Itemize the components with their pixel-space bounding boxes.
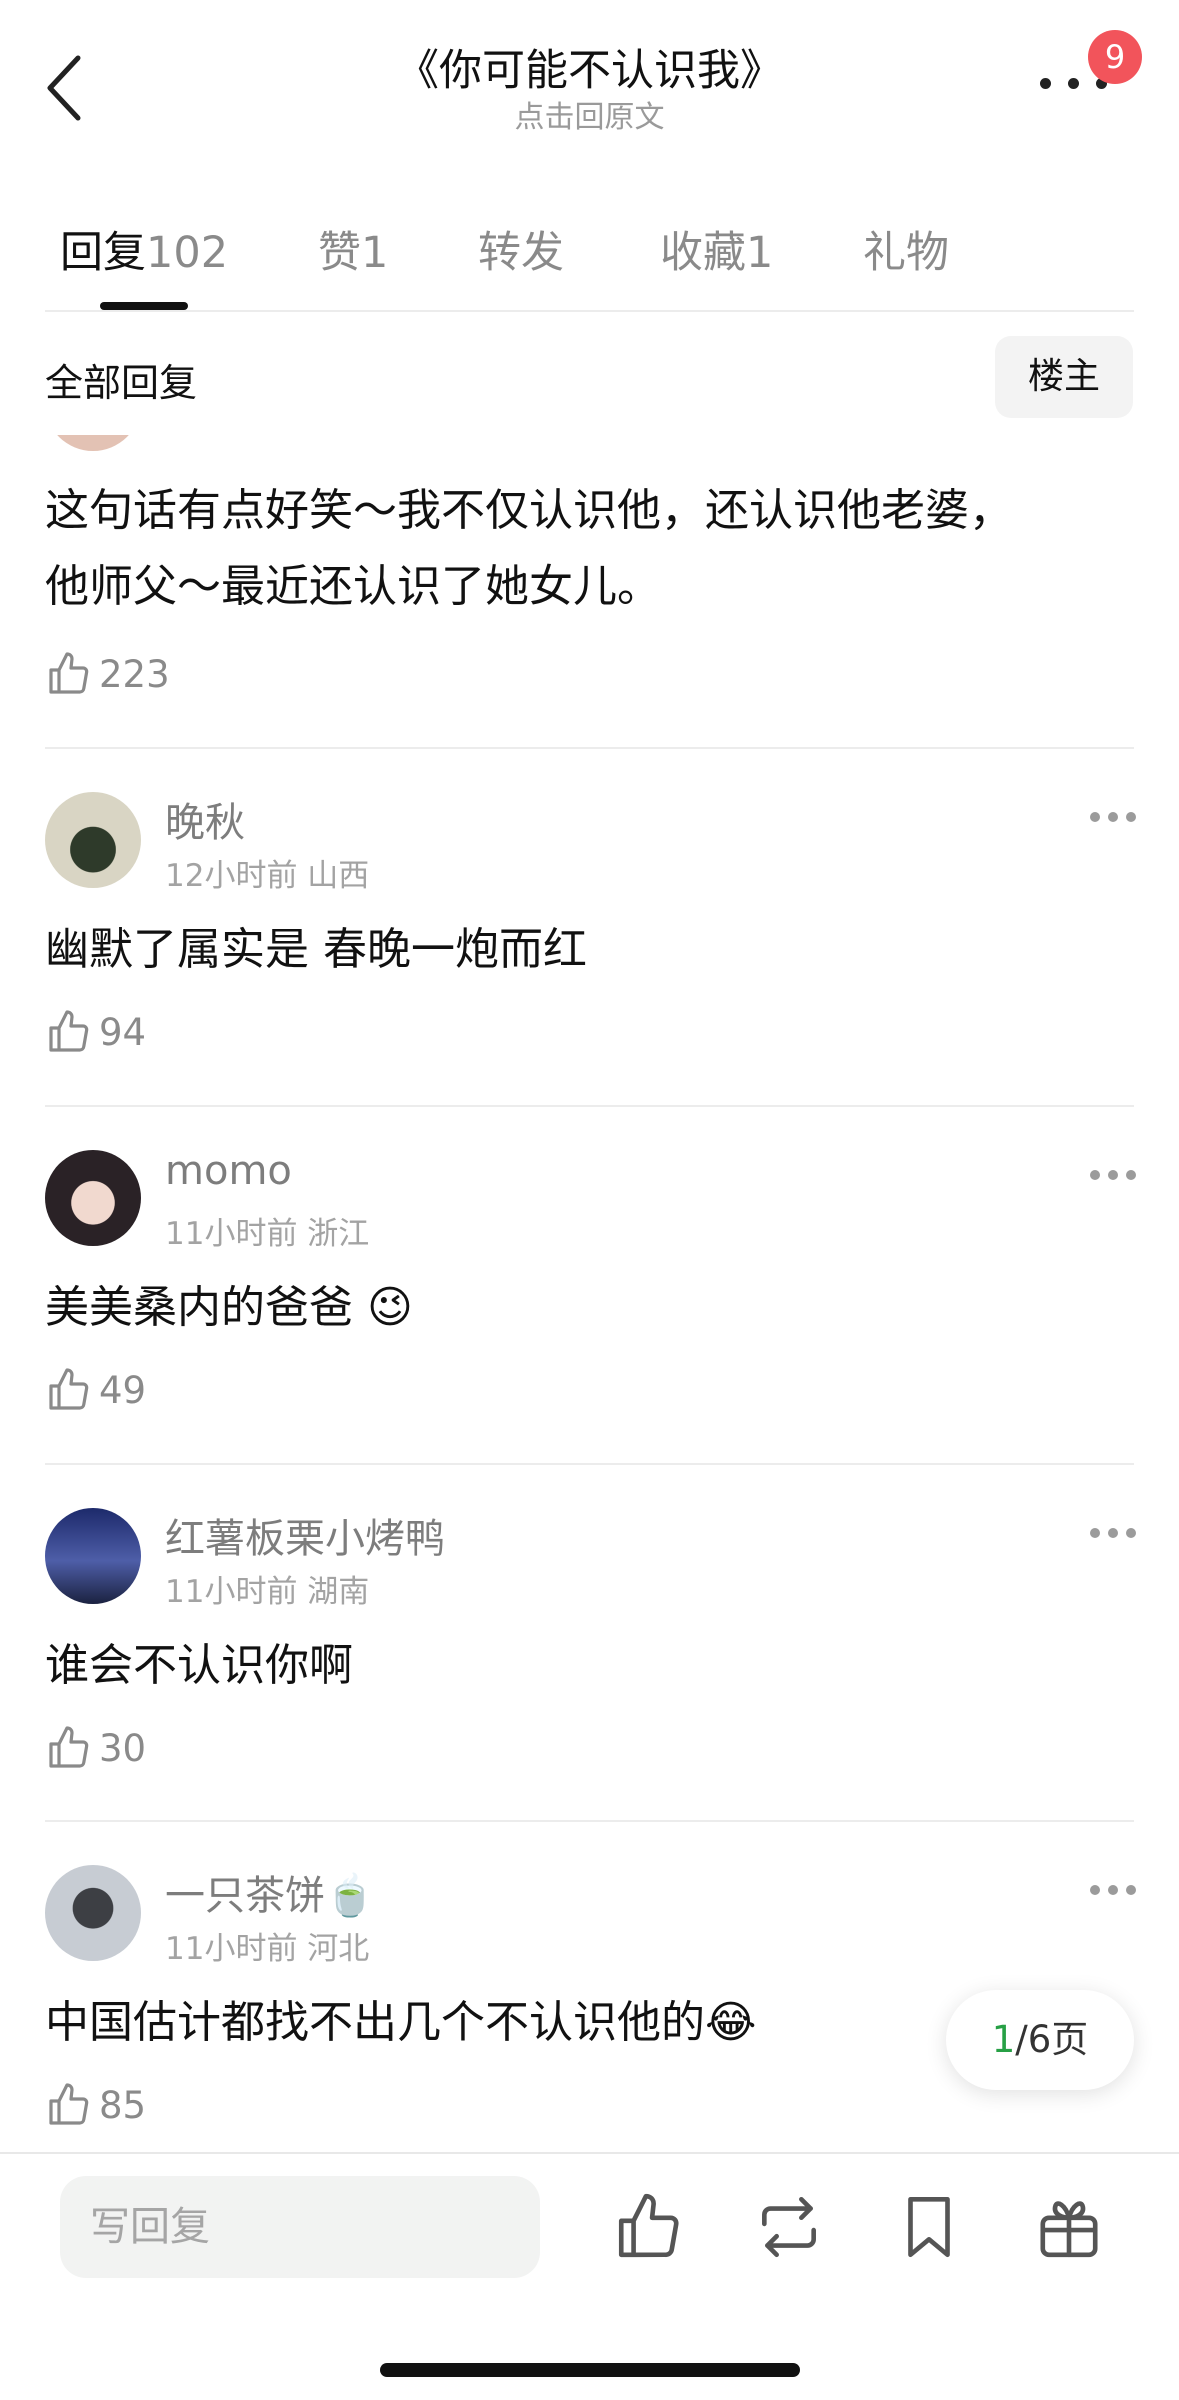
- thumbs-up-icon: [618, 2193, 679, 2258]
- notification-badge: 9: [1088, 30, 1142, 84]
- gift-icon: [1040, 2201, 1098, 2258]
- username[interactable]: momo: [165, 1148, 292, 1194]
- like-count: 30: [99, 1726, 147, 1770]
- thumbs-up-icon: [49, 652, 89, 694]
- tab-favorites[interactable]: 收藏1: [660, 218, 773, 280]
- like-button[interactable]: 85: [45, 2081, 146, 2129]
- comment-divider: [45, 1820, 1134, 1822]
- username[interactable]: 一只茶饼🍵: [165, 1863, 375, 1921]
- avatar[interactable]: [45, 1150, 141, 1246]
- op-filter-button[interactable]: 楼主: [995, 336, 1133, 418]
- like-button[interactable]: 49: [45, 1366, 146, 1414]
- comment-divider: [45, 747, 1134, 749]
- username[interactable]: 晚秋: [165, 790, 245, 848]
- thumbs-up-icon: [49, 2083, 89, 2125]
- page-indicator[interactable]: 1/6页: [946, 1990, 1134, 2090]
- comment-more-button[interactable]: [1090, 810, 1136, 824]
- like-post-button[interactable]: [612, 2190, 686, 2264]
- gift-button[interactable]: [1032, 2190, 1106, 2264]
- tab-reposts[interactable]: 转发: [478, 218, 564, 280]
- tabs-divider: [45, 310, 1134, 312]
- like-count: 223: [99, 652, 170, 696]
- username[interactable]: 红薯板栗小烤鸭: [165, 1506, 445, 1564]
- bookmark-icon: [908, 2196, 950, 2258]
- like-count: 49: [99, 1368, 147, 1412]
- thumbs-up-icon: [49, 1368, 89, 1410]
- active-tab-indicator: [100, 302, 188, 310]
- repost-button[interactable]: [752, 2190, 826, 2264]
- comment-meta: 11小时前 湖南: [165, 1574, 370, 1610]
- like-count: 94: [99, 1010, 147, 1054]
- bottom-bar-divider: [0, 2152, 1179, 2154]
- like-button[interactable]: 94: [45, 1008, 146, 1056]
- comment-text: 中国估计都找不出几个不认识他的😂: [45, 1997, 757, 2048]
- comment-text: 谁会不认识你啊: [45, 1640, 353, 1691]
- avatar[interactable]: [45, 1508, 141, 1604]
- avatar[interactable]: [45, 1865, 141, 1961]
- tab-gifts[interactable]: 礼物: [863, 218, 949, 280]
- avatar[interactable]: [45, 792, 141, 888]
- page-title[interactable]: 《你可能不认识我》: [0, 36, 1179, 98]
- like-count: 85: [99, 2083, 147, 2127]
- comment-more-button[interactable]: [1090, 1168, 1136, 1182]
- comment-divider: [45, 1105, 1134, 1107]
- thumbs-up-icon: [49, 1010, 89, 1052]
- like-button[interactable]: 30: [45, 1724, 146, 1772]
- home-indicator[interactable]: [380, 2363, 800, 2377]
- back-to-original-link[interactable]: 点击回原文: [0, 92, 1179, 136]
- bookmark-button[interactable]: [892, 2190, 966, 2264]
- comment-text: 这句话有点好笑～我不仅认识他，还认识他老婆， 他师父～最近还认识了她女儿。: [45, 485, 1013, 612]
- comment-divider: [45, 1463, 1134, 1465]
- repost-icon: [762, 2196, 816, 2258]
- comment-meta: 11小时前 河北: [165, 1931, 370, 1967]
- comment-more-button[interactable]: [1090, 1883, 1136, 1897]
- comment-more-button[interactable]: [1090, 1526, 1136, 1540]
- tab-likes[interactable]: 赞1: [318, 218, 388, 280]
- like-button[interactable]: 223: [45, 650, 170, 698]
- section-title: 全部回复: [45, 361, 198, 405]
- comment-text: 美美桑内的爸爸 😉: [45, 1282, 413, 1333]
- reply-input[interactable]: 写回复: [60, 2176, 540, 2278]
- comment-text: 幽默了属实是 春晚一炮而红: [45, 924, 587, 975]
- comment-meta: 12小时前 山西: [165, 858, 370, 894]
- tab-replies[interactable]: 回复102: [60, 218, 228, 280]
- comment-meta: 11小时前 浙江: [165, 1216, 370, 1252]
- thumbs-up-icon: [49, 1726, 89, 1768]
